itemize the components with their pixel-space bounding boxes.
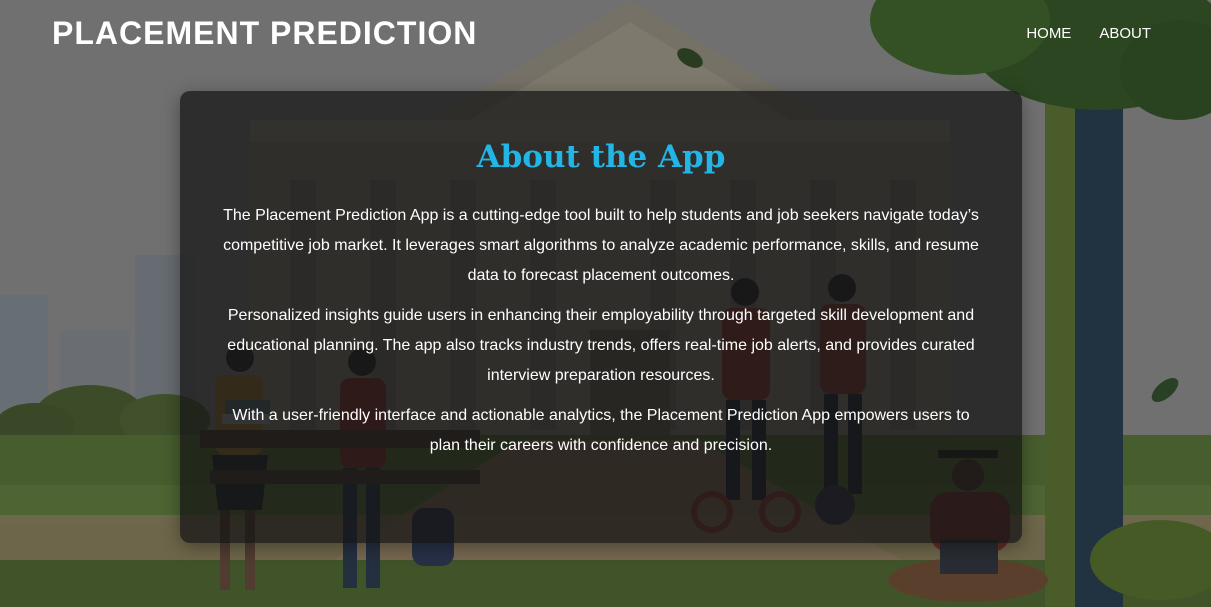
about-card: About the App The Placement Prediction A… — [180, 91, 1022, 543]
about-paragraph-2: Personalized insights guide users in enh… — [227, 307, 975, 384]
nav-home-link[interactable]: HOME — [1026, 25, 1071, 42]
brand-logo-text[interactable]: PLACEMENT PREDICTION — [52, 15, 477, 52]
nav-links: HOME ABOUT — [1026, 25, 1151, 42]
about-paragraph-1: The Placement Prediction App is a cuttin… — [223, 207, 979, 284]
about-title: About the App — [476, 139, 726, 175]
nav-about-link[interactable]: ABOUT — [1099, 25, 1151, 42]
about-paragraph-3: With a user-friendly interface and actio… — [232, 407, 970, 454]
top-navbar: PLACEMENT PREDICTION HOME ABOUT — [0, 0, 1211, 70]
